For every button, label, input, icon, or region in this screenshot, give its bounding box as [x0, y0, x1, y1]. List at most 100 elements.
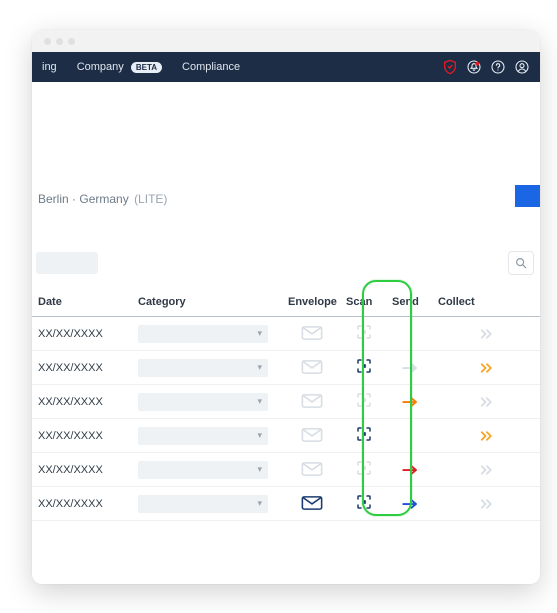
window-dot	[44, 38, 51, 45]
table-row[interactable]: XX/XX/XXXX ▾	[32, 453, 540, 487]
plan-badge: (LITE)	[134, 192, 167, 206]
cell-send	[386, 419, 432, 453]
cell-date: XX/XX/XXXX	[32, 317, 132, 351]
col-envelope[interactable]: Envelope	[282, 288, 340, 317]
primary-action-button[interactable]	[515, 185, 540, 207]
cell-envelope	[282, 487, 340, 521]
cell-category: ▾	[132, 317, 282, 351]
cell-collect	[432, 317, 540, 351]
mail-table: Date Category Envelope Scan Send Collect…	[32, 288, 540, 521]
help-icon[interactable]	[490, 59, 506, 75]
cell-date: XX/XX/XXXX	[32, 351, 132, 385]
col-category[interactable]: Category	[132, 288, 282, 317]
profile-icon[interactable]	[514, 59, 530, 75]
send-icon[interactable]	[398, 393, 422, 411]
col-date[interactable]: Date	[32, 288, 132, 317]
table-row[interactable]: XX/XX/XXXX ▾	[32, 317, 540, 351]
category-select[interactable]: ▾	[138, 461, 268, 479]
nav-item-compliance[interactable]: Compliance	[172, 61, 250, 73]
nav-item-company-label: Company	[77, 61, 124, 73]
nav-item-company[interactable]: Company BETA	[67, 61, 172, 73]
bell-icon[interactable]	[466, 59, 482, 75]
chevron-down-icon: ▾	[257, 498, 262, 509]
cell-scan	[340, 317, 386, 351]
cell-send	[386, 487, 432, 521]
envelope-icon[interactable]	[300, 494, 324, 512]
scan-icon[interactable]	[352, 459, 376, 477]
scan-icon[interactable]	[352, 323, 376, 341]
scan-icon[interactable]	[352, 391, 376, 409]
category-select[interactable]: ▾	[138, 427, 268, 445]
cell-send	[386, 453, 432, 487]
cell-scan	[340, 419, 386, 453]
envelope-icon[interactable]	[300, 358, 324, 376]
chevron-down-icon: ▾	[257, 430, 262, 441]
cell-collect	[432, 453, 540, 487]
shield-icon[interactable]	[442, 59, 458, 75]
collect-icon[interactable]	[475, 495, 499, 513]
filter-button[interactable]	[36, 252, 98, 274]
cell-collect	[432, 487, 540, 521]
chevron-down-icon: ▾	[257, 396, 262, 407]
window-chrome	[32, 30, 540, 52]
cell-scan	[340, 351, 386, 385]
top-navbar: ing Company BETA Compliance	[32, 52, 540, 82]
collect-icon[interactable]	[475, 393, 499, 411]
send-icon[interactable]	[398, 495, 422, 513]
table-row[interactable]: XX/XX/XXXX ▾	[32, 351, 540, 385]
scan-icon[interactable]	[352, 357, 376, 375]
cell-category: ▾	[132, 419, 282, 453]
send-icon[interactable]	[398, 323, 422, 341]
category-select[interactable]: ▾	[138, 359, 268, 377]
window-dot	[56, 38, 63, 45]
search-button[interactable]	[508, 251, 534, 275]
send-icon[interactable]	[398, 359, 422, 377]
cell-envelope	[282, 317, 340, 351]
location-sep: ·	[69, 192, 80, 206]
cell-date: XX/XX/XXXX	[32, 487, 132, 521]
collect-icon[interactable]	[475, 359, 499, 377]
collect-icon[interactable]	[475, 325, 499, 343]
envelope-icon[interactable]	[300, 324, 324, 342]
search-icon	[514, 256, 528, 270]
scan-icon[interactable]	[352, 425, 376, 443]
cell-category: ▾	[132, 453, 282, 487]
cell-envelope	[282, 453, 340, 487]
col-collect[interactable]: Collect	[432, 288, 540, 317]
cell-send	[386, 317, 432, 351]
table-row[interactable]: XX/XX/XXXX ▾	[32, 487, 540, 521]
beta-badge: BETA	[131, 62, 162, 73]
table-header-row: Date Category Envelope Scan Send Collect	[32, 288, 540, 317]
envelope-icon[interactable]	[300, 460, 324, 478]
category-select[interactable]: ▾	[138, 325, 268, 343]
envelope-icon[interactable]	[300, 392, 324, 410]
chevron-down-icon: ▾	[257, 328, 262, 339]
cell-scan	[340, 487, 386, 521]
col-send[interactable]: Send	[386, 288, 432, 317]
cell-collect	[432, 385, 540, 419]
category-select[interactable]: ▾	[138, 495, 268, 513]
location-country: Germany	[79, 192, 128, 206]
cell-date: XX/XX/XXXX	[32, 419, 132, 453]
send-icon[interactable]	[398, 461, 422, 479]
envelope-icon[interactable]	[300, 426, 324, 444]
send-icon[interactable]	[398, 425, 422, 443]
cell-scan	[340, 385, 386, 419]
toolbar	[32, 245, 540, 281]
location-city: Berlin	[38, 192, 69, 206]
scan-icon[interactable]	[352, 493, 376, 511]
collect-icon[interactable]	[475, 461, 499, 479]
table-row[interactable]: XX/XX/XXXX ▾	[32, 419, 540, 453]
cell-send	[386, 351, 432, 385]
collect-icon[interactable]	[475, 427, 499, 445]
table-row[interactable]: XX/XX/XXXX ▾	[32, 385, 540, 419]
app-content: ing Company BETA Compliance	[32, 52, 540, 584]
window-dot	[68, 38, 75, 45]
category-select[interactable]: ▾	[138, 393, 268, 411]
cell-send	[386, 385, 432, 419]
col-scan[interactable]: Scan	[340, 288, 386, 317]
cell-category: ▾	[132, 351, 282, 385]
cell-envelope	[282, 385, 340, 419]
nav-item-ing[interactable]: ing	[32, 61, 67, 73]
cell-envelope	[282, 419, 340, 453]
